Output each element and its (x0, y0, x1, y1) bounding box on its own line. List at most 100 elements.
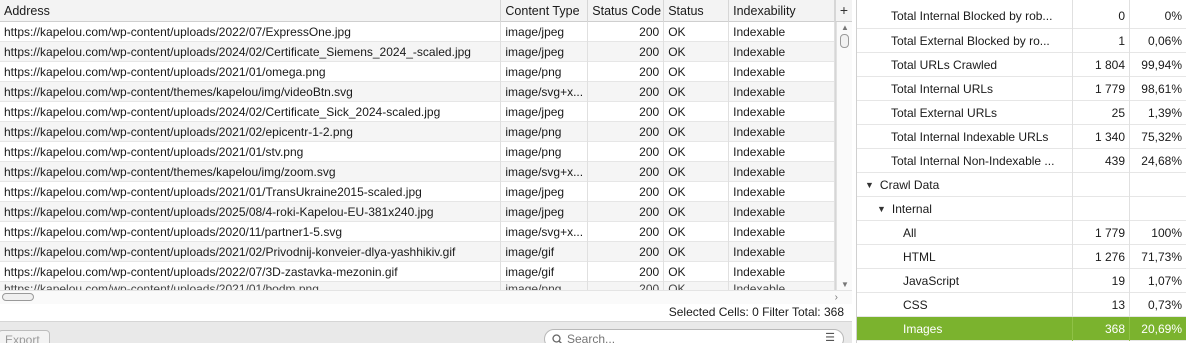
overview-label: Images (857, 317, 1073, 341)
overview-label-text: Crawl Data (879, 178, 940, 192)
overview-row-total-internal-urls[interactable]: Total Internal URLs 1 779 98,61% (857, 77, 1186, 101)
column-header-status[interactable]: Status (664, 0, 730, 22)
selected-cells-value: 0 (752, 305, 759, 319)
overview-label: Total External Blocked by ro... (857, 29, 1073, 53)
overview-label: Total Internal URLs (857, 77, 1073, 101)
overview-row-css[interactable]: CSS 13 0,73% (857, 293, 1186, 317)
overview-row-javascript[interactable]: JavaScript 19 1,07% (857, 269, 1186, 293)
cell-indexability: Indexable (729, 202, 835, 222)
cell-address: https://kapelou.com/wp-content/uploads/2… (0, 62, 502, 82)
scroll-right-icon[interactable]: › (835, 291, 838, 305)
table-header: Address Content Type Status Code Status … (0, 0, 835, 22)
table-row[interactable]: https://kapelou.com/wp-content/uploads/2… (0, 142, 835, 162)
cell-content-type: image/jpeg (501, 42, 589, 62)
cell-address: https://kapelou.com/wp-content/uploads/2… (0, 182, 502, 202)
overview-count: 1 779 (1073, 221, 1130, 245)
filter-options-icon[interactable]: ☰ (825, 331, 835, 343)
overview-row-images[interactable]: Images 368 20,69% (857, 317, 1186, 341)
overview-row-total-urls-crawled[interactable]: Total URLs Crawled 1 804 99,94% (857, 53, 1186, 77)
overview-label: CSS (857, 293, 1073, 317)
cell-indexability: Indexable (729, 222, 835, 242)
overview-row-total-external-blocked-by-ro[interactable]: Total External Blocked by ro... 1 0,06% (857, 29, 1186, 53)
horizontal-scroll-thumb[interactable] (2, 293, 34, 301)
cell-status-code: 200 (588, 82, 665, 102)
overview-label-text: HTML (903, 250, 936, 264)
table-row[interactable]: https://kapelou.com/wp-content/uploads/2… (0, 262, 835, 282)
cell-status: OK (664, 62, 730, 82)
expand-triangle-icon[interactable]: ▼ (877, 197, 886, 221)
cell-address: https://kapelou.com/wp-content/uploads/2… (0, 262, 502, 282)
cell-status: OK (664, 22, 730, 42)
cell-indexability: Indexable (729, 42, 835, 62)
cell-indexability: Indexable (729, 122, 835, 142)
cell-status: OK (664, 222, 730, 242)
overview-percent: 20,69% (1141, 322, 1182, 336)
table-row[interactable]: https://kapelou.com/wp-content/uploads/2… (0, 62, 835, 82)
column-header-status-code[interactable]: Status Code (588, 0, 665, 22)
vertical-scroll-thumb[interactable] (840, 34, 849, 48)
selected-cells-label: Selected Cells: (668, 305, 749, 319)
overview-label-text: Total External URLs (891, 106, 998, 120)
cell-status-code: 200 (588, 42, 665, 62)
column-header-content-type[interactable]: Content Type (501, 0, 589, 22)
scroll-up-icon[interactable]: ▲ (837, 23, 853, 32)
overview-percent (1130, 197, 1186, 221)
overview-count: 439 (1073, 149, 1130, 173)
cell-status: OK (664, 262, 730, 282)
table-row[interactable]: https://kapelou.com/wp-content/uploads/2… (0, 122, 835, 142)
table-row[interactable]: https://kapelou.com/wp-content/uploads/2… (0, 102, 835, 122)
cell-content-type: image/gif (501, 242, 589, 262)
overview-count: 1 276 (1073, 245, 1130, 269)
overview-label: HTML (857, 245, 1073, 269)
overview-percent: 1,39% (1147, 106, 1182, 120)
expand-triangle-icon[interactable]: ▼ (865, 173, 874, 197)
cell-address: https://kapelou.com/wp-content/uploads/2… (0, 202, 502, 222)
overview-label-text: CSS (903, 298, 928, 312)
cell-status-code: 200 (588, 142, 665, 162)
cell-status: OK (664, 82, 730, 102)
overview-row-internal[interactable]: ▼ Internal (857, 197, 1186, 221)
overview-label: ▼ Internal (857, 197, 1073, 221)
overview-row-all[interactable]: All 1 779 100% (857, 221, 1186, 245)
table-row[interactable]: https://kapelou.com/wp-content/uploads/2… (0, 282, 835, 290)
table-row[interactable]: https://kapelou.com/wp-content/themes/ka… (0, 82, 835, 102)
cell-indexability: Indexable (729, 182, 835, 202)
scroll-down-icon[interactable]: ▼ (837, 280, 853, 289)
overview-count: 0 (1073, 0, 1130, 29)
overview-row-total-internal-blocked-by-rob[interactable]: Total Internal Blocked by rob... 0 0% (857, 0, 1186, 29)
overview-row-html[interactable]: HTML 1 276 71,73% (857, 245, 1186, 269)
add-column-button[interactable]: + (835, 0, 852, 22)
table-row[interactable]: https://kapelou.com/wp-content/themes/ka… (0, 162, 835, 182)
overview-tree: Total Internal Blocked by rob... 0 0% Total… (857, 0, 1186, 341)
table-row[interactable]: https://kapelou.com/wp-content/uploads/2… (0, 182, 835, 202)
search-input[interactable] (567, 331, 817, 343)
cell-address: https://kapelou.com/wp-content/uploads/2… (0, 22, 502, 42)
search-box[interactable]: ☰ (544, 329, 844, 343)
cell-content-type: image/gif (501, 262, 589, 282)
cell-status: OK (664, 182, 730, 202)
overview-count: 368 (1073, 317, 1130, 341)
overview-count: 13 (1073, 293, 1130, 317)
overview-count: 1 779 (1073, 77, 1130, 101)
overview-row-total-internal-indexable-urls[interactable]: Total Internal Indexable URLs 1 340 75,32% (857, 125, 1186, 149)
cell-content-type: image/jpeg (501, 102, 589, 122)
column-header-address[interactable]: Address (0, 0, 502, 22)
overview-row-total-external-urls[interactable]: Total External URLs 25 1,39% (857, 101, 1186, 125)
overview-row-total-internal-non-indexable[interactable]: Total Internal Non-Indexable ... 439 24,68… (857, 149, 1186, 173)
export-button[interactable]: Export (0, 330, 50, 343)
table-row[interactable]: https://kapelou.com/wp-content/uploads/2… (0, 22, 835, 42)
table-row[interactable]: https://kapelou.com/wp-content/uploads/2… (0, 222, 835, 242)
overview-label-text: Total Internal URLs (891, 82, 994, 96)
vertical-scrollbar[interactable]: ▲ ▼ (836, 22, 852, 290)
overview-label-text: Images (903, 322, 943, 336)
table-row[interactable]: https://kapelou.com/wp-content/uploads/2… (0, 42, 835, 62)
table-row[interactable]: https://kapelou.com/wp-content/uploads/2… (0, 202, 835, 222)
cell-address: https://kapelou.com/wp-content/uploads/2… (0, 222, 502, 242)
filter-total-value: 368 (823, 305, 844, 319)
column-header-indexability[interactable]: Indexability (729, 0, 835, 22)
horizontal-scrollbar[interactable]: › (0, 290, 852, 304)
table-row[interactable]: https://kapelou.com/wp-content/uploads/2… (0, 242, 835, 262)
overview-label-text: JavaScript (903, 274, 960, 288)
overview-count: 1 (1073, 29, 1130, 53)
overview-row-crawl-data[interactable]: ▼ Crawl Data (857, 173, 1186, 197)
